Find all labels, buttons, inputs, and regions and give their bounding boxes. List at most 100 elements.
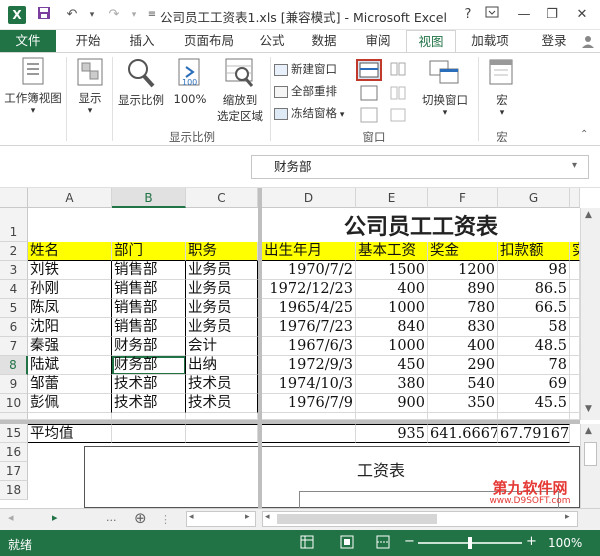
workbook-views-button[interactable]: 工作簿视图 ▾ <box>2 57 64 116</box>
macros-button[interactable]: 宏 ▾ <box>482 57 522 118</box>
table-cell[interactable] <box>570 375 580 394</box>
table-cell[interactable] <box>262 424 356 443</box>
table-cell[interactable] <box>570 261 580 280</box>
reset-window-position-icon[interactable] <box>390 107 406 123</box>
table-cell[interactable]: 1976/7/9 <box>262 394 356 413</box>
table-cell[interactable]: 66.5 <box>498 299 570 318</box>
help-icon[interactable]: ? <box>456 4 480 26</box>
tab-page-layout[interactable]: 页面布局 <box>174 30 244 52</box>
restore-icon[interactable]: ❐ <box>540 4 564 26</box>
table-cell[interactable]: 财务部 <box>112 337 186 356</box>
customize-qat-icon[interactable]: ≡ <box>142 6 162 24</box>
table-cell[interactable]: 销售部 <box>112 261 186 280</box>
table-cell[interactable] <box>570 318 580 337</box>
sheet-prev-icon[interactable]: ◂ <box>8 511 14 524</box>
table-cell[interactable]: 780 <box>428 299 498 318</box>
table-cell[interactable]: 销售部 <box>112 299 186 318</box>
table-cell[interactable]: 540 <box>428 375 498 394</box>
table-cell[interactable]: 86.5 <box>498 280 570 299</box>
table-cell[interactable]: 业务员 <box>186 299 258 318</box>
scroll-left-icon[interactable]: ◂ <box>189 512 194 522</box>
table-cell[interactable]: 1976/7/23 <box>262 318 356 337</box>
column-title-cell[interactable]: 扣款额 <box>498 242 570 261</box>
account-icon[interactable] <box>578 30 598 52</box>
scroll-right-icon[interactable]: ▸ <box>565 512 570 522</box>
table-cell[interactable]: 400 <box>356 280 428 299</box>
table-cell[interactable]: 陆斌 <box>28 356 112 375</box>
table-cell[interactable]: 邹蕾 <box>28 375 112 394</box>
zoom-button[interactable]: 显示比例 <box>114 57 168 108</box>
scroll-thumb[interactable] <box>584 442 597 466</box>
table-cell[interactable]: 350 <box>428 394 498 413</box>
search-input[interactable]: 财务部 <box>251 155 589 179</box>
tab-review[interactable]: 审阅 <box>354 30 402 52</box>
normal-view-icon[interactable] <box>300 535 314 552</box>
table-cell[interactable]: 技术员 <box>186 375 258 394</box>
zoom-level[interactable]: 100% <box>548 536 582 550</box>
table-cell[interactable] <box>112 424 186 443</box>
login-link[interactable]: 登录 <box>534 30 574 52</box>
table-cell[interactable]: 830 <box>428 318 498 337</box>
tab-data[interactable]: 数据 <box>300 30 348 52</box>
scroll-up-icon[interactable]: ▲ <box>585 426 592 436</box>
unhide-window-icon[interactable] <box>360 107 378 123</box>
undo-icon[interactable]: ↶ <box>62 6 82 24</box>
tab-split-handle[interactable]: ⋮ <box>160 513 171 526</box>
row-header[interactable]: 18 <box>0 481 28 500</box>
table-cell[interactable]: 技术员 <box>186 394 258 413</box>
table-cell[interactable]: 1200 <box>428 261 498 280</box>
row-header[interactable]: 16 <box>0 443 28 462</box>
table-cell[interactable]: 900 <box>356 394 428 413</box>
table-cell[interactable]: 78 <box>498 356 570 375</box>
table-cell[interactable] <box>570 280 580 299</box>
switch-windows-button[interactable]: 切换窗口 ▾ <box>414 57 476 118</box>
table-cell[interactable]: 技术部 <box>112 375 186 394</box>
new-window-button[interactable]: 新建窗口 <box>274 59 337 79</box>
table-cell[interactable]: 彭佩 <box>28 394 112 413</box>
zoom-out-icon[interactable]: − <box>404 534 415 549</box>
page-break-view-icon[interactable] <box>376 535 390 552</box>
table-cell[interactable]: 48.5 <box>498 337 570 356</box>
column-title-cell[interactable]: 奖金 <box>428 242 498 261</box>
worksheet-grid[interactable]: A B C D E F G 1 2 3 4 5 6 7 8 9 10 15 16… <box>0 188 600 508</box>
save-icon[interactable] <box>34 6 54 24</box>
table-cell[interactable] <box>570 394 580 413</box>
add-sheet-button[interactable]: ⊕ <box>134 509 147 527</box>
show-button[interactable]: 显示 ▾ <box>70 57 110 116</box>
average-label[interactable]: 平均值 <box>28 424 112 443</box>
table-cell[interactable]: 290 <box>428 356 498 375</box>
zoom-slider-thumb[interactable] <box>468 537 472 549</box>
average-basic-salary[interactable]: 935 <box>356 424 428 443</box>
column-title-cell[interactable]: 出生年月 <box>262 242 356 261</box>
table-cell[interactable]: 销售部 <box>112 318 186 337</box>
redo-dropdown-icon[interactable]: ▾ <box>124 6 144 24</box>
tab-formulas[interactable]: 公式 <box>250 30 294 52</box>
vertical-scrollbar-bottom[interactable]: ▲ <box>580 424 600 508</box>
scroll-left-icon[interactable]: ◂ <box>265 512 270 522</box>
table-cell[interactable]: 400 <box>428 337 498 356</box>
zoom-slider[interactable] <box>418 537 522 549</box>
column-title-cell[interactable]: 实 <box>570 242 580 261</box>
table-cell[interactable]: 业务员 <box>186 318 258 337</box>
hide-window-icon[interactable] <box>360 85 378 101</box>
table-cell[interactable]: 840 <box>356 318 428 337</box>
column-title-cell[interactable]: 部门 <box>112 242 186 261</box>
freeze-panes-button[interactable]: 冻结窗格 ▾ <box>274 103 344 123</box>
collapse-ribbon-icon[interactable]: ⌃ <box>580 129 588 140</box>
average-deduction[interactable]: 67.79167 <box>498 424 570 443</box>
table-cell[interactable]: 技术部 <box>112 394 186 413</box>
horizontal-scrollbar-right[interactable]: ◂ ▸ <box>262 511 578 527</box>
table-cell[interactable]: 出纳 <box>186 356 258 375</box>
table-cell[interactable] <box>570 356 580 375</box>
table-cell[interactable] <box>186 424 258 443</box>
vertical-scrollbar-top[interactable]: ▲ ▼ <box>580 208 600 420</box>
table-cell[interactable] <box>498 413 570 420</box>
table-cell[interactable] <box>28 413 112 420</box>
table-cell[interactable]: 会计 <box>186 337 258 356</box>
average-bonus[interactable]: 641.6667 <box>428 424 498 443</box>
undo-dropdown-icon[interactable]: ▾ <box>82 6 102 24</box>
arrange-all-button[interactable]: 全部重排 <box>274 81 337 101</box>
table-cell[interactable] <box>428 413 498 420</box>
table-cell[interactable] <box>570 413 580 420</box>
zoom-100-button[interactable]: 100 100% <box>170 57 210 106</box>
